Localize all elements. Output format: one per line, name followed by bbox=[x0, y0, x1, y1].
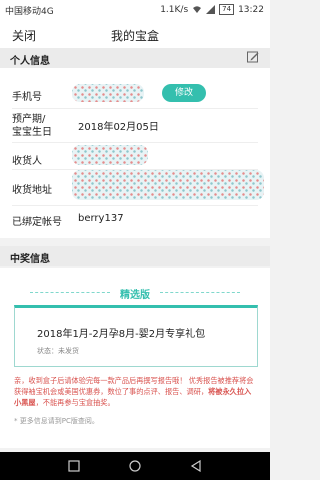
account-value: berry137 bbox=[78, 213, 124, 224]
clock: 13:22 bbox=[238, 4, 264, 15]
status-bar: 中国移动4G 1.1K/s 74 13:22 bbox=[0, 0, 270, 20]
back-icon[interactable] bbox=[68, 460, 80, 472]
address-value-masked bbox=[72, 170, 264, 200]
notice-suffix-text: ，不能再参与宝盒抽奖。 bbox=[35, 398, 115, 407]
edition-tag: 精选版 bbox=[120, 290, 150, 301]
prize-info-title: 中奖信息 bbox=[10, 254, 50, 265]
divider bbox=[12, 205, 258, 206]
recipient-value-masked bbox=[72, 145, 148, 165]
prize-status: 状态：未发货 bbox=[37, 347, 79, 355]
due-date-value: 2018年02月05日 bbox=[78, 122, 159, 133]
divider bbox=[12, 108, 258, 109]
phone-value-masked bbox=[72, 84, 144, 102]
recent-apps-icon[interactable] bbox=[190, 460, 202, 472]
system-nav-bar bbox=[0, 452, 270, 480]
address-label: 收货地址 bbox=[12, 185, 52, 196]
account-label: 已绑定帐号 bbox=[12, 217, 62, 228]
phone-label: 手机号 bbox=[12, 92, 42, 103]
wifi-icon bbox=[193, 6, 202, 13]
prize-notice: 亲，收到盒子后请体验完每一款产品后再撰写报告哦！ 优秀报告被推荐将会获得袖宝机会… bbox=[14, 375, 258, 408]
prize-title: 2018年1月-2月孕8月-婴2月专享礼包 bbox=[37, 329, 206, 340]
status-icons: 1.1K/s 74 13:22 bbox=[160, 4, 264, 15]
footnote: * 更多信息请到PC版查阅。 bbox=[14, 417, 99, 425]
personal-info-title: 个人信息 bbox=[10, 56, 50, 67]
signal-icon bbox=[206, 5, 216, 14]
home-icon[interactable] bbox=[129, 460, 141, 472]
page-title: 我的宝盒 bbox=[110, 29, 159, 43]
prize-info-header: 中奖信息 bbox=[0, 246, 270, 266]
divider bbox=[12, 142, 258, 143]
network-speed: 1.1K/s bbox=[160, 4, 189, 15]
battery-icon: 74 bbox=[219, 4, 235, 15]
personal-info-header: 个人信息 bbox=[0, 48, 270, 68]
due-date-label-line1: 预产期/ bbox=[12, 114, 46, 125]
recipient-label: 收货人 bbox=[12, 156, 42, 167]
modify-button[interactable]: 修改 bbox=[162, 84, 206, 102]
nav-bar: 关闭 我的宝盒 bbox=[0, 20, 270, 48]
due-date-label: 预产期/ 宝宝生日 bbox=[12, 113, 52, 139]
carrier-label: 中国移动4G bbox=[5, 7, 54, 17]
prize-item[interactable]: 2018年1月-2月孕8月-婴2月专享礼包 状态：未发货 bbox=[14, 305, 258, 367]
due-date-label-line2: 宝宝生日 bbox=[12, 127, 52, 138]
edit-icon[interactable] bbox=[246, 50, 260, 64]
